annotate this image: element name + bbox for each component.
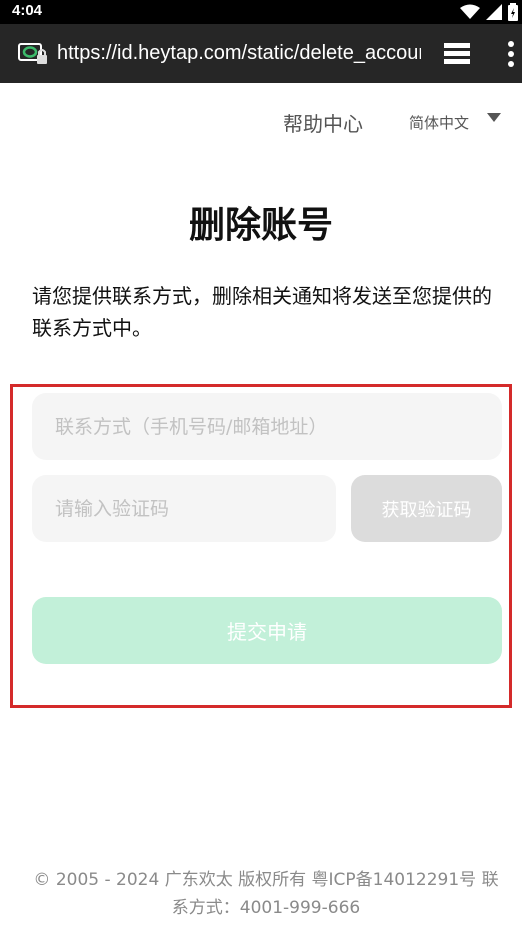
help-center-link[interactable]: 帮助中心	[283, 108, 363, 137]
battery-icon	[508, 3, 518, 21]
page-title: 删除账号	[188, 205, 333, 246]
get-code-button[interactable]: 获取验证码	[351, 475, 502, 542]
verification-code-input[interactable]	[32, 475, 336, 542]
submit-button[interactable]: 提交申请	[32, 597, 502, 664]
language-select[interactable]: 简体中文	[409, 112, 469, 133]
signal-icon	[486, 4, 502, 20]
status-icons	[460, 3, 518, 21]
contact-input[interactable]	[32, 393, 502, 460]
site-security-icon[interactable]	[18, 42, 48, 66]
top-links: 帮助中心 简体中文	[0, 108, 522, 138]
status-time: 4:04	[12, 2, 43, 19]
tabs-icon[interactable]	[444, 43, 470, 65]
caret-down-icon[interactable]	[487, 113, 501, 122]
url-field[interactable]: https://id.heytap.com/static/delete_acco…	[57, 42, 421, 66]
status-bar: 4:04	[0, 0, 522, 24]
footer: © 2005 - 2024 广东欢太 版权所有 粤ICP备14012291号 联…	[33, 870, 499, 918]
overflow-menu-icon[interactable]	[506, 41, 516, 67]
wifi-icon	[460, 4, 480, 19]
intro-text: 请您提供联系方式，删除相关通知将发送至您提供的联系方式中。	[32, 284, 492, 340]
browser-url-bar: https://id.heytap.com/static/delete_acco…	[0, 24, 522, 83]
